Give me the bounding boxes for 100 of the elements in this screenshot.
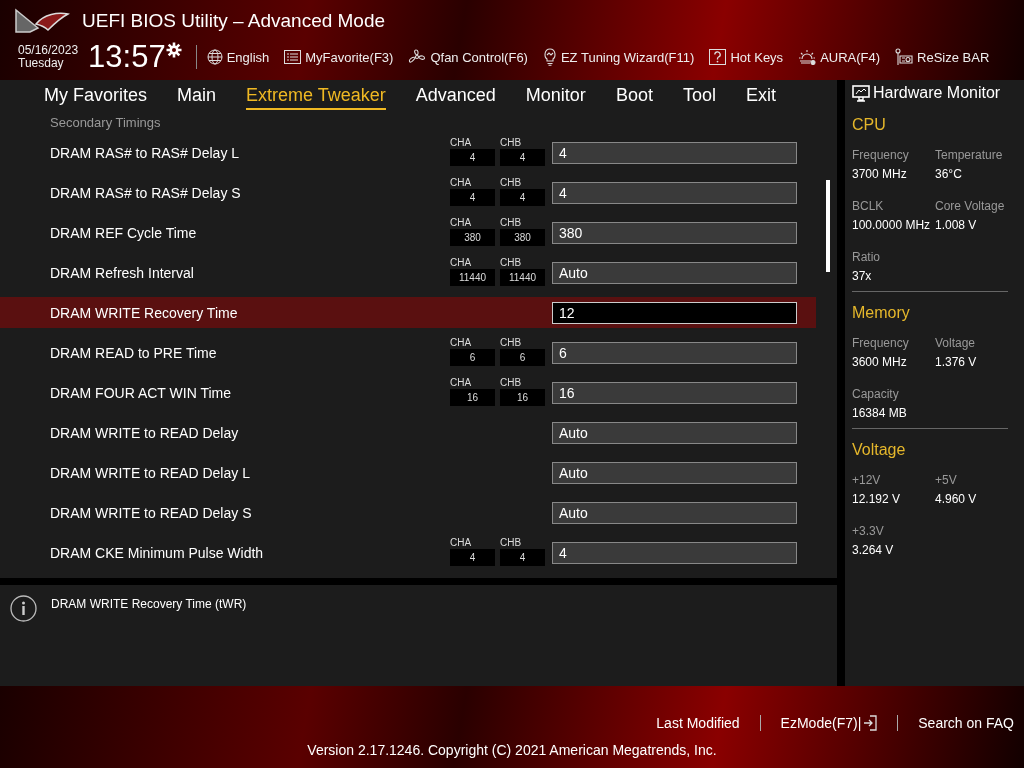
channel-label: CHA <box>450 137 473 149</box>
setting-row[interactable]: DRAM WRITE to READ Delay L Auto <box>0 457 816 488</box>
metric-label: BCLK <box>852 199 885 213</box>
info-icon <box>10 595 37 622</box>
channel-value: 380 <box>500 229 545 246</box>
section-title: Secondary Timings <box>49 114 162 129</box>
metric-value: 4.960 V <box>935 492 978 506</box>
footer-link[interactable]: EzMode(F7)| <box>759 715 898 731</box>
setting-label: DRAM READ to PRE Time <box>50 344 218 361</box>
value-field[interactable]: Auto <box>552 261 797 284</box>
toolbar-button[interactable]: MyFavorite(F3) <box>284 48 394 66</box>
channel-label: CHA <box>450 217 473 229</box>
metric-label: +3.3V <box>852 524 885 538</box>
toolbar-button[interactable]: EZ Tuning Wizard(F11) <box>542 48 695 66</box>
lamp-icon <box>798 49 817 65</box>
value-field[interactable]: 380 <box>552 221 797 244</box>
channel-value: 11440 <box>500 269 545 286</box>
value-field[interactable]: 16 <box>552 381 797 404</box>
channel-label: CHB <box>500 257 523 269</box>
metric-label: Temperature <box>935 148 1004 162</box>
metric-label: Core Voltage <box>935 199 1006 213</box>
footer-link[interactable]: Last Modified <box>636 715 760 731</box>
value-field[interactable]: 6 <box>552 341 797 364</box>
channel-value: 4 <box>500 149 545 166</box>
setting-label: DRAM RAS# to RAS# Delay L <box>50 144 241 161</box>
setting-label: DRAM REF Cycle Time <box>50 224 198 241</box>
toolbar-button[interactable]: English <box>206 48 270 66</box>
group-title: Memory <box>852 304 911 322</box>
channel-value: 380 <box>450 229 495 246</box>
window-title: UEFI BIOS Utility – Advanced Mode <box>82 10 386 32</box>
metric-value: 16384 MB <box>852 406 908 420</box>
help-text: DRAM WRITE Recovery Time (tWR) <box>51 597 247 611</box>
menu-tab[interactable]: Main <box>177 80 217 110</box>
value-field[interactable]: 4 <box>552 181 797 204</box>
metric-label: Frequency <box>852 336 910 350</box>
panel-title: Hardware Monitor <box>873 84 1001 102</box>
menu-tab[interactable]: My Favorites <box>44 80 148 110</box>
clock-time: 13:57 <box>88 40 166 74</box>
toolbar-button[interactable]: ReSize BAR <box>895 48 990 66</box>
metric-label: Frequency <box>852 148 910 162</box>
setting-label: DRAM WRITE to READ Delay <box>50 424 240 441</box>
channel-value: 11440 <box>450 269 495 286</box>
metric-label: +12V <box>852 473 882 487</box>
setting-row[interactable]: DRAM RAS# to RAS# Delay S CHA 4 CHB 4 4 <box>0 177 816 208</box>
globe-icon <box>206 49 223 65</box>
setting-row[interactable]: DRAM REF Cycle Time CHA 380 CHB 380 380 <box>0 217 816 248</box>
channel-label: CHB <box>500 377 523 389</box>
lightbulb-icon <box>542 48 557 66</box>
channel-label: CHA <box>450 377 473 389</box>
metric-value: 100.0000 MHz <box>852 218 932 232</box>
selected-row-highlight[interactable]: DRAM WRITE Recovery Time 12 <box>0 297 816 328</box>
menu-tab[interactable]: Advanced <box>415 80 496 110</box>
setting-row[interactable]: DRAM WRITE to READ Delay S Auto <box>0 497 816 528</box>
toolbar-button[interactable]: Hot Keys <box>709 48 784 66</box>
channel-label: CHB <box>500 177 523 189</box>
value-field[interactable]: Auto <box>552 421 797 444</box>
metric-value: 3700 MHz <box>852 167 908 181</box>
group-title: CPU <box>852 116 887 134</box>
exit-icon <box>863 715 878 731</box>
metric-label: Capacity <box>852 387 900 401</box>
setting-label: DRAM FOUR ACT WIN Time <box>50 384 232 401</box>
metric-value: 36°C <box>935 167 963 181</box>
setting-row[interactable]: DRAM FOUR ACT WIN Time CHA 16 CHB 16 16 <box>0 377 816 408</box>
toolbar-button[interactable]: Qfan Control(F6) <box>408 48 528 66</box>
setting-row[interactable]: DRAM Refresh Interval CHA 11440 CHB 11440 Auto <box>0 257 816 288</box>
value-field[interactable]: Auto <box>552 461 797 484</box>
channel-value: 16 <box>500 389 545 406</box>
setting-label: DRAM CKE Minimum Pulse Width <box>50 544 265 561</box>
channel-label: CHA <box>450 257 473 269</box>
setting-row[interactable]: DRAM CKE Minimum Pulse Width CHA 4 CHB 4 4 <box>0 537 816 568</box>
metric-value: 3600 MHz <box>852 355 908 369</box>
value-field[interactable]: 4 <box>552 141 797 164</box>
setting-label: DRAM WRITE to READ Delay L <box>50 464 251 481</box>
channel-label: CHB <box>500 137 523 149</box>
monitor-icon <box>852 84 870 102</box>
settings-icon[interactable] <box>165 42 182 58</box>
channel-value: 4 <box>500 549 545 566</box>
setting-row[interactable]: DRAM RAS# to RAS# Delay L CHA 4 CHB 4 4 <box>0 137 816 168</box>
channel-label: CHB <box>500 217 523 229</box>
channel-value: 16 <box>450 389 495 406</box>
metric-value: 1.008 V <box>935 218 978 232</box>
channel-label: CHA <box>450 177 473 189</box>
menu-tab[interactable]: Monitor <box>525 80 586 110</box>
setting-label: DRAM WRITE Recovery Time <box>50 304 239 321</box>
value-field[interactable]: 4 <box>552 541 797 564</box>
footer-link[interactable]: Search on FAQ <box>897 715 1014 731</box>
setting-row[interactable]: DRAM READ to PRE Time CHA 6 CHB 6 6 <box>0 337 816 368</box>
menu-tab[interactable]: Tool <box>682 80 716 110</box>
value-field[interactable]: Auto <box>552 501 797 524</box>
metric-value: 1.376 V <box>935 355 978 369</box>
value-field[interactable]: 12 <box>552 301 797 324</box>
group-title: Voltage <box>852 441 907 459</box>
channel-value: 4 <box>450 189 495 206</box>
menu-tab[interactable]: Exit <box>745 80 776 110</box>
setting-row[interactable]: DRAM WRITE to READ Delay Auto <box>0 417 816 448</box>
scrollbar-thumb[interactable] <box>826 180 830 272</box>
toolbar-button[interactable]: AURA(F4) <box>798 48 881 66</box>
menu-tab[interactable]: Boot <box>615 80 653 110</box>
channel-label: CHB <box>500 337 523 349</box>
setting-label: DRAM Refresh Interval <box>50 264 195 281</box>
